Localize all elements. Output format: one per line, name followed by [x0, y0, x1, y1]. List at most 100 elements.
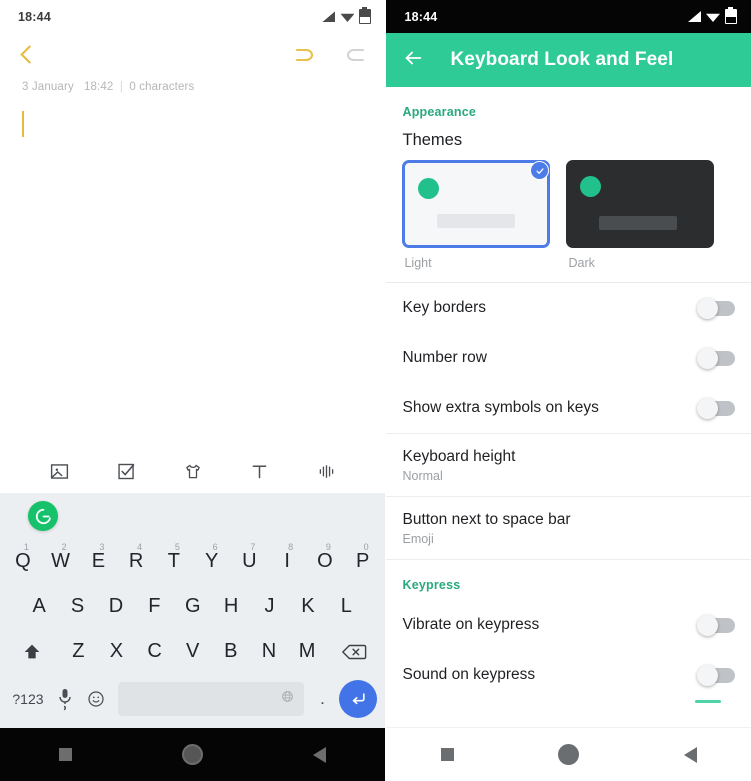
setting-text: Sound on keypress: [402, 665, 535, 686]
key-r[interactable]: 4R: [117, 541, 155, 583]
circle-icon: [182, 744, 204, 765]
setting-row-number-row[interactable]: Number row: [386, 333, 751, 383]
setting-row-key-borders[interactable]: Key borders: [386, 283, 751, 333]
key-j[interactable]: J: [250, 586, 288, 628]
key-u[interactable]: 7U: [231, 541, 269, 583]
key-h[interactable]: H: [212, 586, 250, 628]
key-k[interactable]: K: [289, 586, 327, 628]
setting-text: Button next to space bar Emoji: [402, 510, 570, 547]
key-i[interactable]: 8I: [268, 541, 306, 583]
note-date: 3 January: [22, 81, 74, 93]
key-l[interactable]: L: [327, 586, 365, 628]
undo-icon[interactable]: [291, 45, 317, 65]
backspace-icon[interactable]: [326, 631, 381, 673]
page-title: Keyboard Look and Feel: [450, 49, 674, 70]
theme-options: Light Dark: [386, 160, 751, 270]
toggle-sound-on-keypress[interactable]: [697, 664, 735, 686]
signal-icon: [322, 11, 336, 22]
toggle-extra-symbols[interactable]: [697, 397, 735, 419]
home-button[interactable]: [508, 744, 629, 765]
theme-option-dark[interactable]: Dark: [566, 160, 715, 270]
key-z[interactable]: Z: [59, 631, 97, 673]
note-body-editor[interactable]: [0, 93, 385, 450]
setting-title: Button next to space bar: [402, 510, 571, 528]
sticker-shirt-icon[interactable]: [181, 460, 205, 484]
toggle-knob: [697, 297, 718, 319]
setting-title: Sound on keypress: [402, 665, 536, 683]
key-o-number: 9: [325, 541, 331, 552]
key-b[interactable]: B: [212, 631, 250, 673]
right-phone-screen: 18:44 Keyboard Look and Feel Appearance …: [385, 0, 751, 781]
key-q[interactable]: 1Q: [4, 541, 42, 583]
square-icon: [59, 748, 73, 761]
theme-option-light[interactable]: Light: [402, 160, 551, 270]
settings-scroll-area[interactable]: Appearance Themes Light Dark Key borders…: [386, 87, 751, 727]
text-format-icon[interactable]: [247, 460, 271, 484]
redo-icon[interactable]: [343, 45, 369, 65]
key-d[interactable]: D: [97, 586, 135, 628]
key-f[interactable]: F: [135, 586, 173, 628]
shift-arrow-icon[interactable]: [4, 631, 59, 673]
theme-preview-light[interactable]: [402, 160, 551, 248]
key-w[interactable]: 2W: [42, 541, 80, 583]
key-q-label: Q: [15, 550, 31, 572]
keyboard-row-3: Z X C V B N M: [0, 629, 385, 674]
key-a[interactable]: A: [20, 586, 58, 628]
note-char-count: 0 characters: [129, 81, 195, 93]
key-n[interactable]: N: [250, 631, 288, 673]
key-g[interactable]: G: [174, 586, 212, 628]
key-x[interactable]: X: [97, 631, 135, 673]
key-c[interactable]: C: [136, 631, 174, 673]
toggle-knob: [697, 614, 718, 636]
setting-row-vibrate-on-keypress[interactable]: Vibrate on keypress: [386, 600, 751, 650]
home-button[interactable]: [129, 744, 256, 765]
recents-button[interactable]: [2, 748, 129, 761]
toggle-number-row[interactable]: [697, 347, 735, 369]
section-header-keypress: Keypress: [402, 578, 461, 592]
back-button[interactable]: [256, 746, 383, 763]
key-e[interactable]: 3E: [80, 541, 118, 583]
setting-row-keyboard-height[interactable]: Keyboard height Normal: [386, 434, 751, 496]
key-u-label: U: [242, 550, 257, 572]
period-key[interactable]: .: [310, 678, 336, 720]
back-button[interactable]: [16, 44, 38, 66]
arrow-left-icon[interactable]: [402, 47, 424, 74]
key-o-label: O: [317, 550, 333, 572]
note-toolbar: [0, 33, 385, 77]
back-button[interactable]: [629, 746, 750, 763]
image-icon[interactable]: [47, 460, 71, 484]
setting-row-space-bar-button[interactable]: Button next to space bar Emoji: [386, 497, 751, 559]
checklist-icon[interactable]: [114, 460, 138, 484]
grammarly-logo-icon[interactable]: [28, 501, 58, 531]
space-bar[interactable]: [117, 682, 304, 716]
audio-waveform-icon[interactable]: [314, 460, 338, 484]
key-y-label: Y: [204, 550, 219, 572]
key-o[interactable]: 9O: [306, 541, 344, 583]
text-cursor: [22, 111, 24, 137]
globe-language-icon[interactable]: [281, 690, 294, 708]
theme-preview-dark[interactable]: [566, 160, 715, 248]
key-t[interactable]: 5T: [155, 541, 193, 583]
setting-row-sound-on-keypress[interactable]: Sound on keypress: [386, 650, 751, 700]
enter-key[interactable]: [336, 680, 380, 718]
key-e-number: 3: [99, 541, 105, 552]
toggle-key-borders[interactable]: [697, 297, 735, 319]
recents-button[interactable]: [386, 748, 507, 761]
key-e-label: E: [91, 550, 106, 572]
key-s[interactable]: S: [58, 586, 96, 628]
section-header-appearance: Appearance: [402, 105, 477, 119]
symbols-key[interactable]: ?123: [6, 678, 50, 720]
microphone-comma-icon[interactable]: [50, 678, 81, 720]
setting-value: Normal: [402, 469, 443, 484]
key-t-label: T: [167, 550, 180, 572]
emoji-key[interactable]: [81, 678, 112, 720]
toggle-vibrate-on-keypress[interactable]: [697, 614, 735, 636]
key-r-label: R: [128, 550, 144, 572]
note-metadata: 3 January 18:42 | 0 characters: [0, 77, 385, 93]
key-y[interactable]: 6Y: [193, 541, 231, 583]
status-bar-icons: [688, 7, 737, 24]
key-m[interactable]: M: [288, 631, 326, 673]
key-v[interactable]: V: [174, 631, 212, 673]
key-p[interactable]: 0P: [344, 541, 382, 583]
setting-row-extra-symbols[interactable]: Show extra symbols on keys: [386, 383, 751, 433]
